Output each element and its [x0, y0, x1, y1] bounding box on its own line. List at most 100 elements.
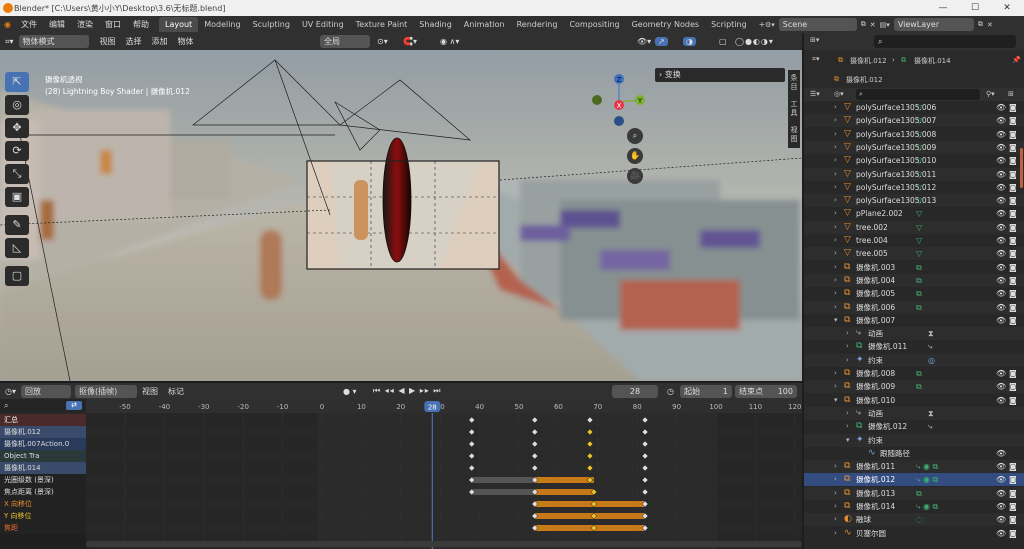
outliner-row[interactable]: › ⧉ 摄像机.011 ⤷ — [804, 340, 1024, 353]
child-data-icon[interactable]: ⧗ — [928, 327, 934, 340]
menu-window[interactable]: 窗口 — [99, 16, 127, 33]
timeline-marker-menu[interactable]: 标记 — [163, 386, 189, 397]
workspace-tab-5[interactable]: Shading — [413, 17, 458, 32]
close-button[interactable]: ✕ — [992, 0, 1022, 16]
channel-row[interactable]: 汇总 — [0, 414, 86, 426]
menu-file[interactable]: 文件 — [15, 16, 43, 33]
expand-toggle-icon[interactable]: › — [834, 473, 837, 486]
outliner-row[interactable]: › ▽ pPlane2.002 ▽ 👁 ◙ — [804, 207, 1024, 220]
expand-toggle-icon[interactable]: › — [846, 420, 849, 433]
expand-toggle-icon[interactable]: › — [834, 141, 837, 154]
expand-toggle-icon[interactable]: › — [834, 128, 837, 141]
outliner-editor-icon[interactable]: ⊞▾ — [810, 36, 819, 44]
render-camera-icon[interactable]: ◙ — [1009, 234, 1017, 247]
sidebar-tab-view[interactable]: 视图 — [788, 122, 800, 148]
playback-controls[interactable]: ⏮ ◂◂ ◀ ▶ ▸▸ ⏭ — [368, 386, 446, 396]
timeline-editor-icon[interactable]: ◷▾ — [0, 387, 21, 396]
render-camera-icon[interactable]: ◙ — [1009, 527, 1017, 540]
workspace-tab-0[interactable]: Layout — [158, 17, 199, 32]
render-camera-icon[interactable]: ◙ — [1009, 247, 1017, 260]
channel-row[interactable]: 摄像机.012 — [0, 426, 86, 438]
render-camera-icon[interactable]: ◙ — [1009, 487, 1017, 500]
workspace-tab-4[interactable]: Texture Paint — [350, 17, 414, 32]
visibility-eye-icon[interactable]: 👁 — [996, 168, 1006, 181]
channel-row[interactable]: 光圈级数 (景深) — [0, 474, 86, 486]
child-data-icon[interactable]: ⧉ — [916, 380, 922, 393]
outliner-row[interactable]: › ⧉ 摄像机.012 ⤷ ◉ ⧉ 👁 ◙ — [804, 473, 1024, 487]
outliner-row[interactable]: › ⧉ 摄像机.008 ⧉ 👁 ◙ — [804, 367, 1024, 380]
child-data-icon[interactable]: ▽ — [916, 221, 922, 234]
child-data-icon[interactable]: ⧉ — [916, 487, 922, 500]
menu-add[interactable]: 添加 — [147, 36, 173, 47]
outliner-row[interactable]: › ⧉ 摄像机.013 ⧉ 👁 ◙ — [804, 486, 1024, 500]
child-data-icon[interactable]: ⤷ — [928, 340, 932, 353]
child-data-icon[interactable]: ⧉ — [916, 301, 922, 314]
outliner-tree[interactable]: ☰▾ ◎▾ ⌕ ⚲▾ ⊞ › ▽ polySurface1305.006 ▽ 👁 ◙ › ▽ p… — [804, 88, 1024, 549]
outliner-row[interactable]: › ⧉ 摄像机.006 ⧉ 👁 ◙ — [804, 300, 1024, 314]
child-data-icon[interactable]: ▽ — [916, 168, 922, 181]
pivot-icon[interactable]: ⊙▾ — [372, 37, 393, 46]
visibility-eye-icon[interactable]: 👁 — [996, 301, 1006, 314]
expand-toggle-icon[interactable]: › — [834, 194, 837, 207]
mode-selector[interactable]: 物体模式 — [18, 35, 89, 48]
expand-toggle-icon[interactable]: › — [834, 274, 837, 287]
outliner-row[interactable]: › ▽ polySurface1305.013 ▽ 👁 ◙ — [804, 194, 1024, 208]
outliner-row[interactable]: › ▽ tree.002 ▽ 👁 ◙ — [804, 220, 1024, 234]
child-data-icon[interactable]: ◌ — [916, 513, 923, 526]
timeline-view-menu[interactable]: 视图 — [137, 386, 163, 397]
outliner-row[interactable]: › ▽ polySurface1305.010 ▽ 👁 ◙ — [804, 154, 1024, 167]
outliner-row[interactable]: ▾ ✦ 约束 — [804, 433, 1024, 447]
snap-icon[interactable]: 🧲▾ — [398, 37, 422, 46]
outliner-row[interactable]: ∿ 跟随路径 👁 — [804, 447, 1024, 460]
outliner-row[interactable]: › ⧉ 摄像机.009 ⧉ 👁 ◙ — [804, 380, 1024, 394]
workspace-tab-8[interactable]: Compositing — [563, 17, 625, 32]
expand-toggle-icon[interactable]: › — [834, 487, 837, 500]
panel-collapse-icon[interactable]: › — [659, 70, 662, 79]
outliner-row[interactable]: › ⤷ 动画 ⧗ — [804, 406, 1024, 420]
workspace-tab-9[interactable]: Geometry Nodes — [626, 17, 705, 32]
current-frame-field[interactable]: 28 — [612, 384, 658, 398]
measure-tool-icon[interactable]: ◺ — [5, 238, 29, 258]
orientation-selector[interactable]: 全局 — [320, 35, 370, 48]
visibility-eye-icon[interactable]: 👁 — [996, 287, 1006, 300]
outliner-row[interactable]: › ⧉ 摄像机.012 ⤷ — [804, 420, 1024, 433]
sidebar-tab-item[interactable]: 条目 — [788, 70, 800, 96]
outliner-row[interactable]: ▾ ⧉ 摄像机.007 👁 ◙ — [804, 314, 1024, 327]
visibility-eye-icon[interactable]: 👁 — [996, 447, 1006, 460]
menu-object[interactable]: 物体 — [173, 36, 199, 47]
render-camera-icon[interactable]: ◙ — [1009, 101, 1017, 114]
visibility-eye-icon[interactable]: 👁 — [996, 367, 1006, 380]
child-data-icon[interactable]: ⧉ — [916, 261, 922, 274]
overlay-toggle-icon[interactable]: ◑ — [683, 37, 696, 46]
transform-panel[interactable]: › 变换 — [655, 68, 785, 82]
expand-toggle-icon[interactable]: › — [834, 247, 837, 260]
visibility-icon[interactable]: 👁▾ — [632, 37, 656, 46]
render-camera-icon[interactable]: ◙ — [1009, 261, 1017, 274]
expand-toggle-icon[interactable]: › — [846, 407, 849, 420]
workspace-tab-3[interactable]: UV Editing — [296, 17, 350, 32]
expand-toggle-icon[interactable]: ▾ — [834, 314, 838, 327]
pan-hand-icon[interactable]: ✋ — [627, 148, 643, 164]
render-camera-icon[interactable]: ◙ — [1009, 367, 1017, 380]
render-camera-icon[interactable]: ◙ — [1009, 194, 1017, 207]
workspace-tab-6[interactable]: Animation — [458, 17, 511, 32]
outliner-row[interactable]: › ⧉ 摄像机.005 ⧉ 👁 ◙ — [804, 287, 1024, 300]
child-data-icon[interactable]: ◎ — [928, 354, 935, 367]
render-camera-icon[interactable]: ◙ — [1009, 473, 1017, 486]
expand-toggle-icon[interactable]: › — [834, 500, 837, 513]
proportional-edit-icon[interactable]: ◉ ∧▾ — [435, 37, 464, 46]
outliner-row[interactable]: › ◐ 融球 ◌ 👁 ◙ — [804, 513, 1024, 527]
move-tool-icon[interactable]: ✥ — [5, 118, 29, 138]
visibility-eye-icon[interactable]: 👁 — [996, 487, 1006, 500]
expand-toggle-icon[interactable]: › — [834, 101, 837, 114]
menu-help[interactable]: 帮助 — [127, 16, 155, 33]
scale-tool-icon[interactable]: ⤡ — [5, 164, 29, 184]
frame-rate-icon[interactable]: ◷ — [662, 387, 679, 396]
channel-row[interactable]: 摄像机.014 — [0, 462, 86, 474]
visibility-eye-icon[interactable]: 👁 — [996, 181, 1006, 194]
annotate-tool-icon[interactable]: ✎ — [5, 215, 29, 235]
expand-toggle-icon[interactable]: › — [834, 114, 837, 127]
render-camera-icon[interactable]: ◙ — [1009, 207, 1017, 220]
child-data-icon[interactable]: ⧉ — [916, 287, 922, 300]
cursor-tool-icon[interactable]: ◎ — [5, 95, 29, 115]
